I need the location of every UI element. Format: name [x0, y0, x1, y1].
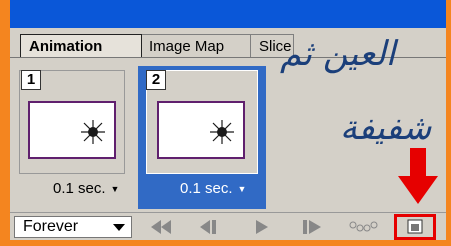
annotation-line-1: العين ثم — [280, 34, 396, 74]
next-frame-button[interactable] — [296, 216, 326, 238]
previous-frame-icon — [200, 220, 216, 234]
loop-value: Forever — [23, 218, 79, 235]
duplicate-frame-button[interactable] — [394, 214, 436, 240]
duplicate-frame-icon — [407, 219, 423, 234]
caret-down-icon: ▼ — [237, 184, 247, 195]
tab-label: Image Map — [149, 38, 225, 55]
frame-delay-value: 0.1 sec. — [180, 180, 233, 197]
loop-select[interactable]: Forever — [14, 216, 132, 238]
frame-thumbnail — [157, 101, 245, 159]
tab-animation[interactable]: Animation — [20, 34, 142, 58]
frame-cell-2[interactable]: 2 0.1 sec. ▼ — [138, 66, 266, 209]
previous-frame-button[interactable] — [195, 216, 225, 238]
splash-icon — [210, 120, 234, 144]
tab-image-map[interactable]: Image Map — [140, 34, 252, 58]
first-frame-icon — [151, 220, 171, 234]
play-icon — [256, 220, 268, 234]
frame-delay[interactable]: 0.1 sec. ▼ — [53, 180, 119, 197]
chevron-down-icon — [113, 224, 125, 231]
caret-down-icon: ▼ — [110, 184, 120, 195]
window-titlebar — [10, 0, 446, 28]
tab-label: Animation — [29, 38, 103, 55]
frame-delay[interactable]: 0.1 sec. ▼ — [180, 180, 246, 197]
first-frame-button[interactable] — [146, 216, 176, 238]
play-button[interactable] — [246, 216, 276, 238]
next-frame-icon — [303, 220, 321, 234]
frame-cell-1[interactable]: 1 0.1 sec. ▼ — [13, 66, 131, 209]
frame-thumbnail — [28, 101, 116, 159]
red-arrow-down-icon — [398, 148, 438, 204]
frame-number: 2 — [146, 70, 166, 90]
splash-icon — [81, 120, 105, 144]
frame-number: 1 — [21, 70, 41, 90]
tween-icon — [349, 221, 378, 232]
frame-delay-value: 0.1 sec. — [53, 180, 106, 197]
annotation-line-2: شفيفة — [340, 108, 432, 148]
tween-button[interactable] — [346, 216, 382, 238]
